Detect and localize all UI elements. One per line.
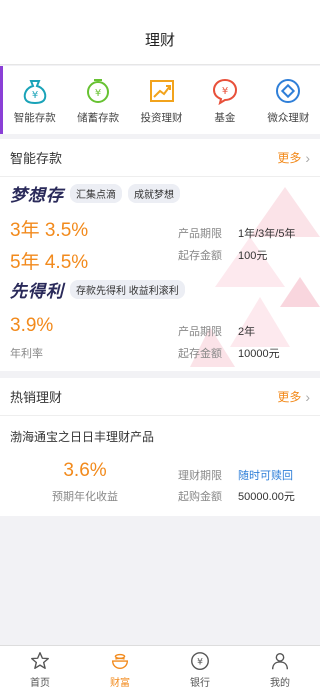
smart-deposit-header: 智能存款 更多 › — [0, 139, 320, 177]
webank-icon — [276, 79, 301, 103]
svg-text:¥: ¥ — [197, 657, 203, 668]
min-label: 起存金额 — [178, 348, 222, 360]
hot-products-header: 热销理财 更多 › — [0, 378, 320, 416]
product-tag: 成就梦想 — [128, 184, 180, 203]
term-row: 理财期限 随时可赎回 — [178, 467, 293, 483]
category-fund[interactable]: ¥ 基金 — [193, 66, 256, 134]
min-value: 50000.00元 — [238, 491, 295, 503]
category-smart-deposit[interactable]: ¥ 智能存款 — [3, 66, 66, 134]
section-title: 智能存款 — [10, 151, 63, 166]
piggy-clock-icon: ¥ — [87, 79, 110, 103]
category-bar: ¥ 智能存款 ¥ 储蓄存款 投资理财 ¥ 基金 微众理财 — [0, 66, 320, 134]
term-value: 1年/3年/5年 — [238, 228, 296, 240]
product-tag: 存款先得利 收益利滚利 — [70, 280, 185, 299]
smart-deposit-section: 智能存款 更多 › 梦想存 汇集点滴 成就梦想 3年 3.5% 5年 4.5% 产… — [0, 139, 320, 371]
tab-label: 银行 — [190, 678, 210, 689]
category-label: 投资理财 — [140, 112, 183, 124]
annual-rate: 3.9% — [10, 315, 54, 336]
term-row: 产品期限 2年 — [178, 323, 255, 339]
yuan-circle-icon: ¥ — [191, 652, 209, 670]
tab-label: 我的 — [270, 678, 290, 689]
more-label: 更多 — [277, 151, 302, 165]
person-icon — [271, 652, 289, 670]
tab-label: 财富 — [110, 678, 130, 689]
section-title: 热销理财 — [10, 390, 63, 405]
category-savings[interactable]: ¥ 储蓄存款 — [66, 66, 129, 134]
rate-caption: 年利率 — [10, 348, 43, 360]
term-label: 产品期限 — [178, 228, 222, 240]
coin-cup-icon — [111, 653, 129, 670]
more-link[interactable]: 更多 › — [277, 388, 310, 405]
term-label: 理财期限 — [178, 470, 222, 482]
hot-products-section: 热销理财 更多 › 渤海通宝之日日丰理财产品 3.6% 预期年化收益 理财期限 随… — [0, 378, 320, 516]
min-row: 起购金额 50000.00元 — [178, 488, 295, 504]
svg-text:¥: ¥ — [222, 86, 228, 97]
min-label: 起存金额 — [178, 250, 222, 262]
term-label: 产品期限 — [178, 326, 222, 338]
product-name: 先得利 — [10, 282, 64, 301]
svg-text:¥: ¥ — [95, 88, 101, 99]
term-value: 2年 — [238, 326, 256, 338]
product-dream-deposit[interactable]: 梦想存 汇集点滴 成就梦想 3年 3.5% 5年 4.5% 产品期限 1年/3年… — [0, 177, 320, 277]
product-tag: 汇集点滴 — [70, 184, 122, 203]
category-label: 智能存款 — [13, 112, 56, 124]
product-name: 梦想存 — [10, 186, 64, 205]
term-value: 随时可赎回 — [238, 470, 293, 482]
rate-caption: 预期年化收益 — [52, 491, 118, 503]
category-investment[interactable]: 投资理财 — [130, 66, 193, 134]
tab-mine[interactable]: 我的 — [240, 646, 320, 693]
min-row: 起存金额 10000元 — [178, 345, 280, 361]
tab-wealth[interactable]: 财富 — [80, 646, 160, 693]
min-label: 起购金额 — [178, 491, 222, 503]
product-name: 渤海通宝之日日丰理财产品 — [10, 430, 155, 444]
more-label: 更多 — [277, 390, 302, 404]
trend-chart-icon — [149, 80, 174, 102]
svg-text:¥: ¥ — [32, 90, 38, 101]
expected-rate: 3.6% — [63, 460, 107, 481]
rate-5-year: 5年 4.5% — [10, 252, 89, 273]
category-webank[interactable]: 微众理财 — [257, 66, 320, 134]
tab-label: 首页 — [30, 678, 50, 689]
top-header: 理财 — [0, 0, 320, 65]
money-bag-icon: ¥ — [23, 80, 46, 105]
tab-home[interactable]: 首页 — [0, 646, 80, 693]
category-label: 储蓄存款 — [77, 112, 120, 124]
tab-bank[interactable]: ¥ 银行 — [160, 646, 240, 693]
min-value: 10000元 — [238, 348, 280, 360]
chevron-right-icon: › — [305, 388, 310, 405]
yuan-badge-icon: ¥ — [212, 78, 237, 106]
bottom-tab-bar: 首页 财富 ¥ 银行 我的 — [0, 645, 320, 693]
category-label: 基金 — [214, 112, 236, 124]
category-label: 微众理财 — [267, 112, 310, 124]
min-row: 起存金额 100元 — [178, 247, 267, 263]
more-link[interactable]: 更多 › — [277, 149, 310, 166]
product-xiandeli[interactable]: 先得利 存款先得利 收益利滚利 3.9% 年利率 产品期限 2年 起存金额 10… — [0, 277, 320, 371]
term-row: 产品期限 1年/3年/5年 — [178, 225, 295, 241]
page-title: 理财 — [144, 32, 175, 49]
chevron-right-icon: › — [305, 149, 310, 166]
hot-product-card[interactable]: 渤海通宝之日日丰理财产品 3.6% 预期年化收益 理财期限 随时可赎回 起购金额… — [0, 416, 320, 516]
rate-3-year: 3年 3.5% — [10, 220, 89, 241]
min-value: 100元 — [238, 250, 268, 262]
star-icon — [31, 652, 49, 670]
